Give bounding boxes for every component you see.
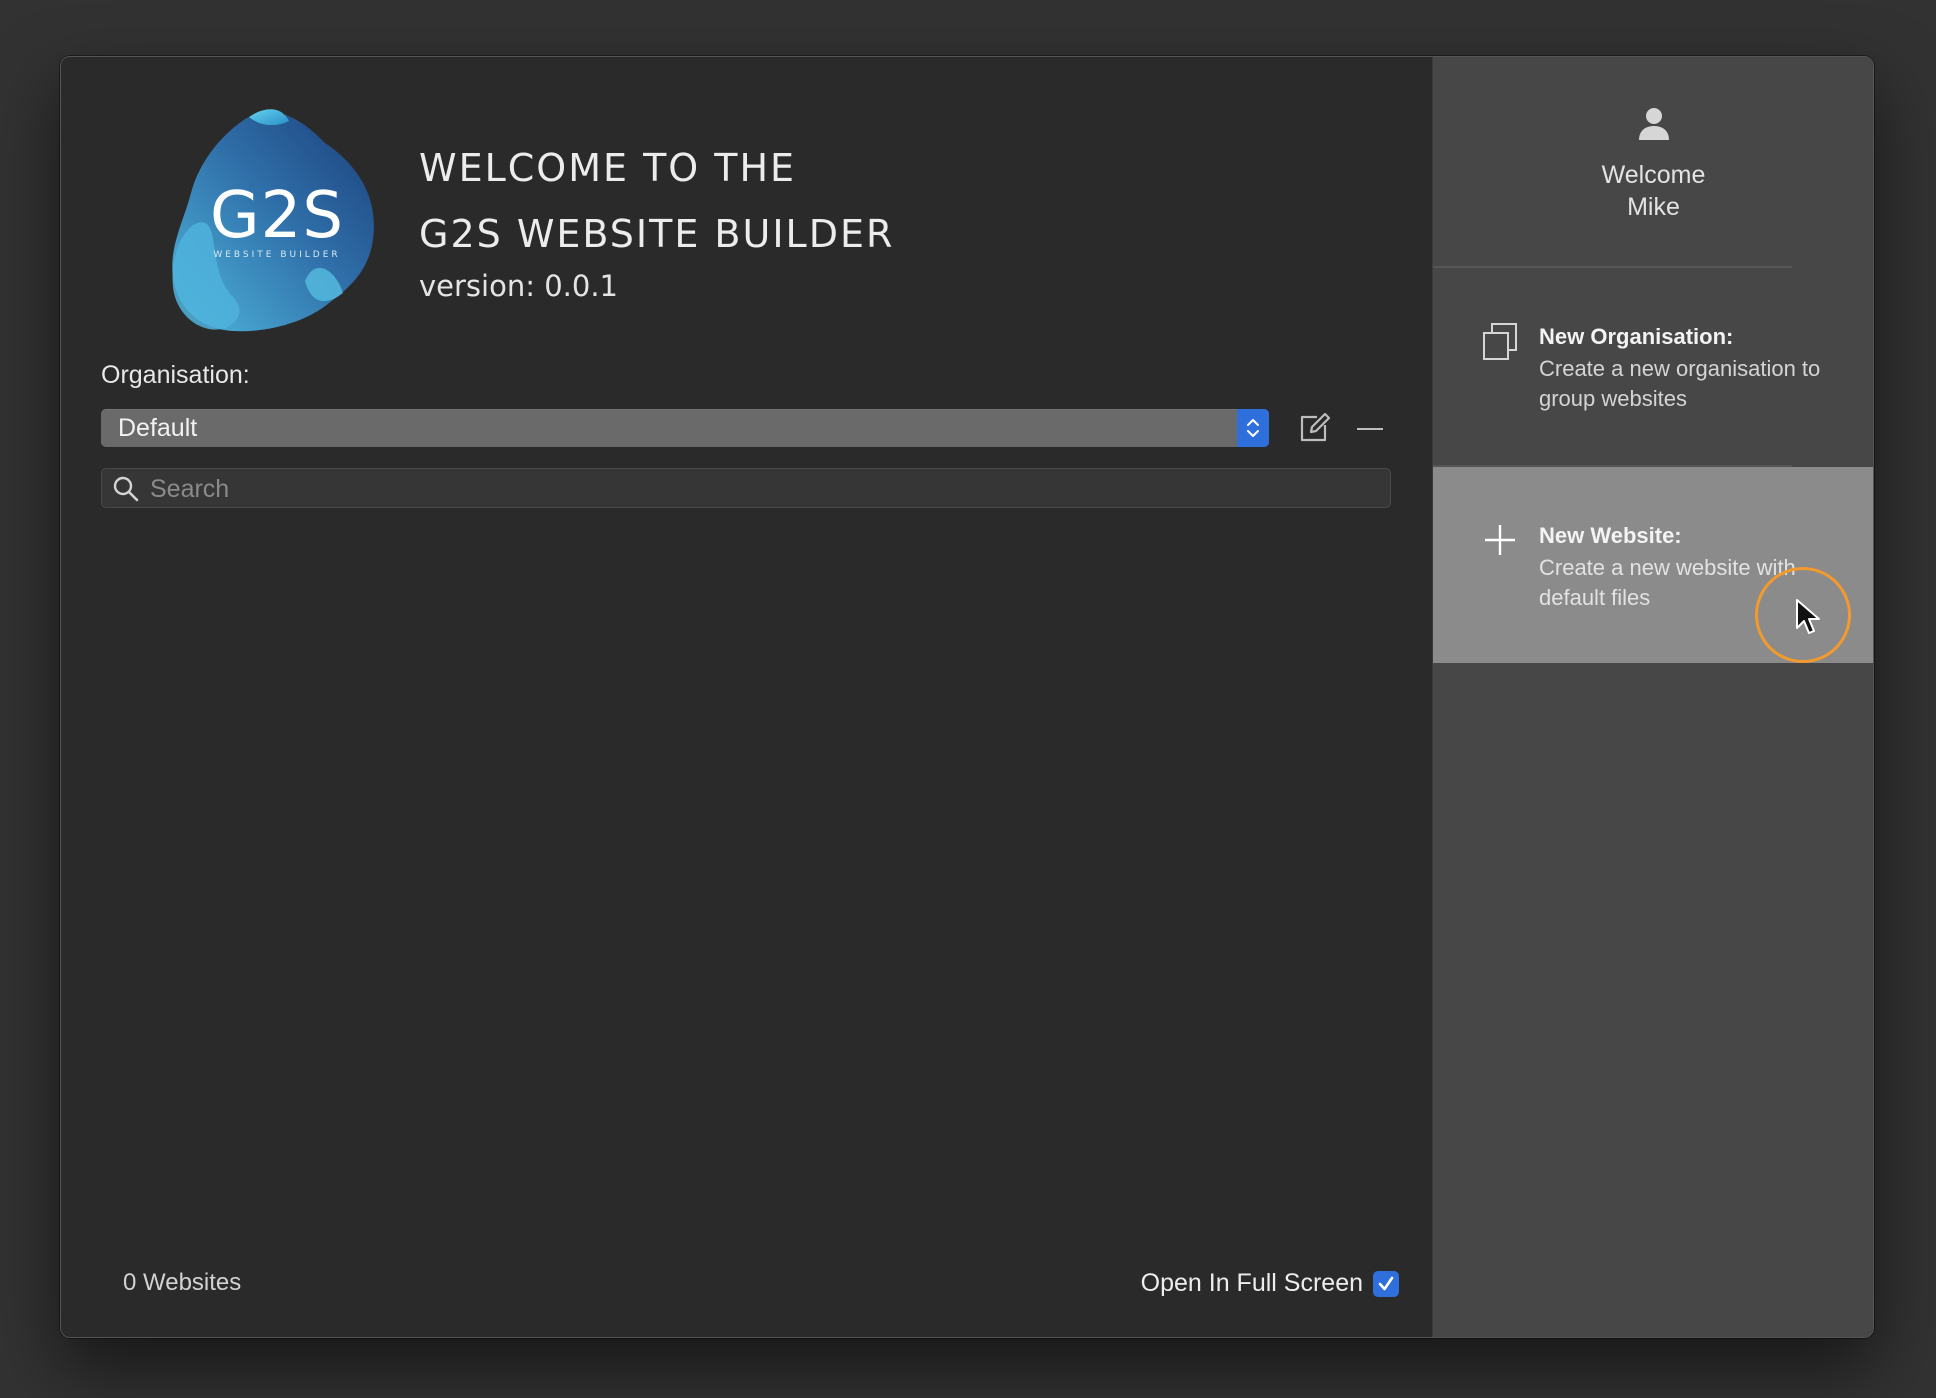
new-organisation-description: Create a new organisation to group websi… <box>1539 356 1821 411</box>
search-input[interactable] <box>148 469 1372 509</box>
open-full-screen-checkbox[interactable] <box>1373 1270 1399 1297</box>
user-block: Welcome Mike <box>1433 57 1873 267</box>
user-icon <box>1639 108 1669 140</box>
app-window: G2S WEBSITE BUILDER WELCOME TO THE G2S W… <box>60 56 1874 1338</box>
open-full-screen-label: Open In Full Screen <box>1140 1269 1363 1297</box>
new-organisation-title: New Organisation: <box>1539 324 1734 349</box>
search-icon <box>113 476 139 502</box>
version-label: version: 0.0.1 <box>419 269 618 303</box>
user-name: Mike <box>1627 193 1680 221</box>
minus-icon[interactable] <box>1357 428 1383 430</box>
main-panel: G2S WEBSITE BUILDER WELCOME TO THE G2S W… <box>61 57 1432 1337</box>
welcome-title-line-1: WELCOME TO THE <box>419 146 797 190</box>
welcome-heading: WELCOME TO THE G2S WEBSITE BUILDER versi… <box>419 135 894 303</box>
organisation-select[interactable]: Default <box>101 409 1269 447</box>
welcome-title-line-2: G2S WEBSITE BUILDER <box>419 212 895 256</box>
open-full-screen-option[interactable]: Open In Full Screen <box>1141 1269 1399 1298</box>
g2s-logo: G2S WEBSITE BUILDER <box>172 109 374 332</box>
logo-text: G2S <box>210 179 344 253</box>
new-website-title: New Website: <box>1539 523 1682 548</box>
new-organisation-button[interactable]: New Organisation: Create a new organisat… <box>1433 268 1873 464</box>
select-stepper-icon[interactable] <box>1237 409 1269 447</box>
logo-subtext: WEBSITE BUILDER <box>213 250 340 260</box>
organisation-label: Organisation: <box>101 361 250 389</box>
duplicate-icon <box>1483 323 1517 360</box>
sidebar: Welcome Mike New Organisation: Create a … <box>1432 57 1873 1337</box>
user-welcome: Welcome Mike <box>1433 159 1873 223</box>
website-count: 0 Websites <box>123 1269 242 1296</box>
edit-icon[interactable] <box>1297 411 1331 445</box>
plus-icon <box>1485 525 1515 555</box>
organisation-selected-value: Default <box>118 414 198 442</box>
welcome-text: Welcome <box>1601 161 1706 189</box>
search-field[interactable] <box>101 468 1391 509</box>
mouse-cursor-icon <box>1796 599 1820 634</box>
checkmark-icon <box>1378 1276 1394 1290</box>
